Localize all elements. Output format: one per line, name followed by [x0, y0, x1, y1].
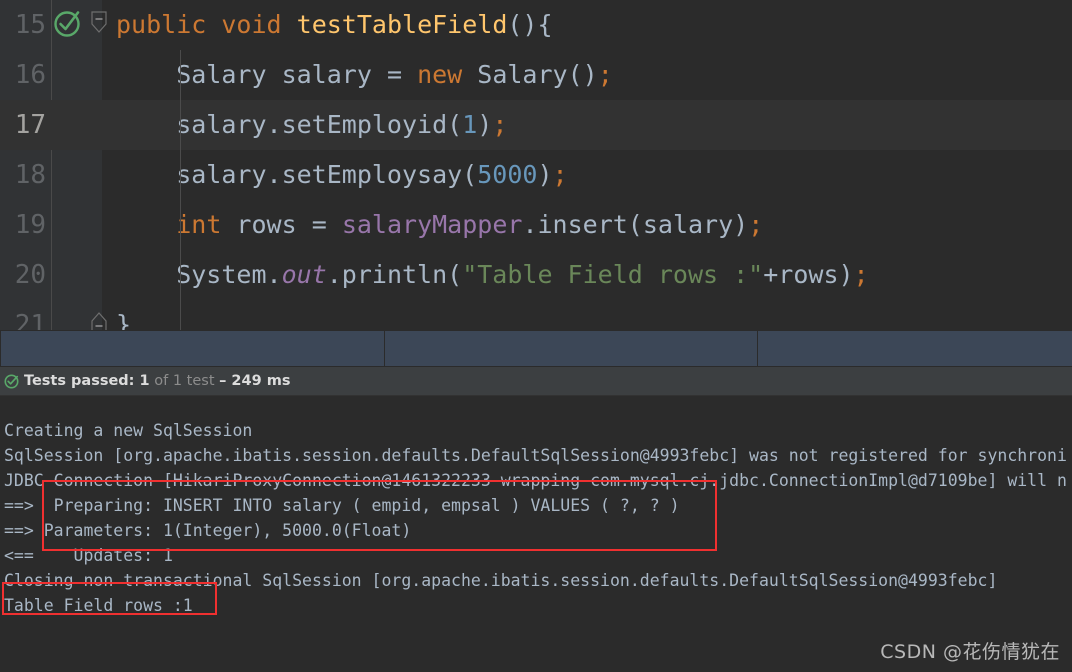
- console-log-line: Closing non transactional SqlSession [or…: [4, 571, 998, 590]
- code-token: System.: [116, 260, 282, 289]
- code-token: Salary: [462, 60, 568, 89]
- gutter-icon-cell[interactable]: [48, 100, 104, 150]
- code-line-row[interactable]: 18 salary.setEmploysay(5000);: [0, 150, 1072, 200]
- code-token: void: [221, 10, 282, 39]
- code-line-text: Salary salary = new Salary();: [104, 50, 1072, 100]
- code-token: public: [116, 10, 207, 39]
- code-token: ;: [597, 60, 613, 89]
- tests-total-label: of 1 test: [149, 373, 220, 389]
- gutter-icon-cell[interactable]: [48, 50, 104, 100]
- console-lines-container: Creating a new SqlSession SqlSession [org…: [0, 418, 1072, 618]
- code-token: 1: [462, 110, 478, 139]
- console-log-line: Creating a new SqlSession: [4, 421, 253, 440]
- code-line-text: salary.setEmploysay(5000);: [104, 150, 1072, 200]
- gutter-icon-cell[interactable]: [48, 250, 104, 300]
- panel-separator-1[interactable]: [384, 331, 385, 366]
- console-output-panel[interactable]: Creating a new SqlSession SqlSession [org…: [0, 396, 1072, 672]
- line-number: 21: [14, 310, 46, 330]
- csdn-watermark: CSDN @花伤情犹在: [880, 641, 1060, 663]
- tests-passed-count: Tests passed: 1: [24, 373, 150, 389]
- console-log-line: Table Field rows :1: [4, 596, 193, 615]
- tests-duration-label: – 249 ms: [219, 373, 291, 389]
- code-token: =: [386, 60, 402, 89]
- code-line-row[interactable]: 17 salary.setEmployid(1);: [0, 100, 1072, 150]
- line-number: 16: [14, 60, 46, 90]
- fold-end-icon[interactable]: [88, 311, 110, 330]
- code-token: "Table Field rows :": [462, 260, 764, 289]
- code-token: ;: [853, 260, 869, 289]
- panel-divider-strip[interactable]: [0, 330, 1072, 367]
- code-token: int: [176, 210, 222, 239]
- console-log-line: ==> Preparing: INSERT INTO salary ( empi…: [4, 496, 680, 515]
- fold-start-icon[interactable]: [88, 11, 110, 39]
- code-token: salaryMapper: [341, 210, 523, 239]
- code-token: +rows): [763, 260, 854, 289]
- code-line-text: salary.setEmployid(1);: [104, 100, 1072, 150]
- console-log-line: JDBC Connection [HikariProxyConnection@1…: [4, 471, 1067, 490]
- code-token: salary.setEmployid(: [116, 110, 463, 139]
- code-token: ;: [492, 110, 508, 139]
- console-log-line: SqlSession [org.apache.ibatis.session.de…: [4, 446, 1067, 465]
- gutter-icon-cell[interactable]: [48, 0, 107, 50]
- gutter-icon-cell[interactable]: [48, 150, 104, 200]
- console-log-line: ==> Parameters: 1(Integer), 5000.0(Float…: [4, 521, 412, 540]
- code-line-text: System.out.println("Table Field rows :"+…: [104, 250, 1072, 300]
- gutter-icon-cell[interactable]: [48, 300, 107, 330]
- panel-separator-2[interactable]: [757, 331, 758, 366]
- code-token: .println(: [326, 260, 463, 289]
- test-status-text: Tests passed: 1 of 1 test – 249 ms: [24, 373, 290, 389]
- code-line-text: }: [104, 300, 1072, 330]
- code-token: 5000: [477, 160, 538, 189]
- code-token: salary.setEmploysay(: [116, 160, 478, 189]
- code-editor[interactable]: 15 public void testTableField(){16 Salary…: [0, 0, 1072, 330]
- code-lines-container: 15 public void testTableField(){16 Salary…: [0, 0, 1072, 330]
- line-number: 17: [14, 110, 46, 140]
- code-token: new: [417, 60, 463, 89]
- code-token: testTableField: [296, 10, 508, 39]
- code-token: (): [567, 60, 598, 89]
- line-number: 18: [14, 160, 46, 190]
- console-log-line: <== Updates: 1: [4, 546, 173, 565]
- panel-left-edge: [0, 331, 1, 366]
- code-token: Salary salary: [116, 60, 387, 89]
- code-token: }: [116, 310, 132, 330]
- line-number: 19: [14, 210, 46, 240]
- code-line-row[interactable]: 20 System.out.println("Table Field rows …: [0, 250, 1072, 300]
- code-token: (){: [507, 10, 553, 39]
- code-line-row[interactable]: 16 Salary salary = new Salary();: [0, 50, 1072, 100]
- code-line-row[interactable]: 21}: [0, 300, 1072, 330]
- code-token: .insert(salary): [522, 210, 749, 239]
- code-token: rows: [221, 210, 312, 239]
- code-line-row[interactable]: 19 int rows = salaryMapper.insert(salary…: [0, 200, 1072, 250]
- code-token: ): [537, 160, 553, 189]
- code-line-row[interactable]: 15 public void testTableField(){: [0, 0, 1072, 50]
- code-token: out: [281, 260, 327, 289]
- code-token: ;: [552, 160, 568, 189]
- code-line-text: public void testTableField(){: [104, 0, 1072, 50]
- code-token: =: [311, 210, 327, 239]
- code-token: ): [477, 110, 493, 139]
- test-passed-check-icon: [4, 373, 20, 389]
- test-status-bar: Tests passed: 1 of 1 test – 249 ms: [0, 367, 1072, 396]
- code-line-text: int rows = salaryMapper.insert(salary);: [104, 200, 1072, 250]
- code-token: ;: [748, 210, 764, 239]
- ide-window: 15 public void testTableField(){16 Salary…: [0, 0, 1072, 672]
- run-test-green-check-icon[interactable]: [52, 7, 84, 43]
- gutter-icon-cell[interactable]: [48, 200, 104, 250]
- line-number: 20: [14, 260, 46, 290]
- line-number: 15: [14, 10, 46, 40]
